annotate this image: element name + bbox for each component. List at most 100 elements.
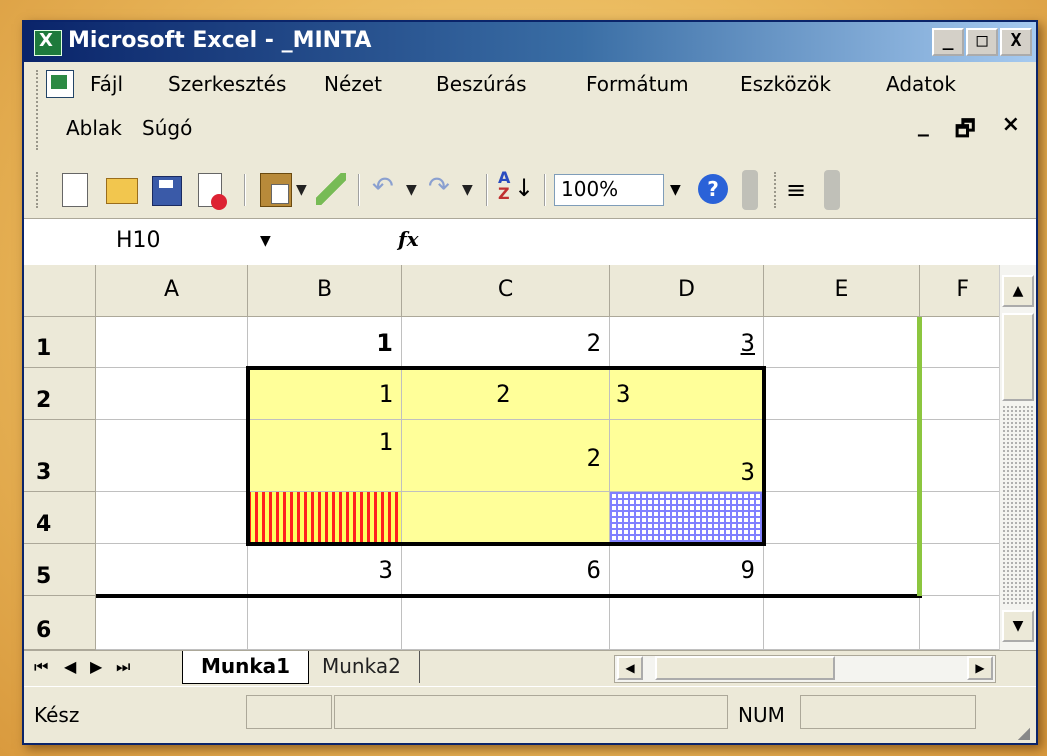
previous-sheet-icon[interactable]: ◀ — [64, 657, 76, 676]
cell-d6[interactable] — [610, 596, 764, 650]
row-header-5[interactable]: 5 — [24, 544, 96, 596]
column-header-f[interactable]: F — [920, 265, 999, 317]
horizontal-scrollbar[interactable]: ◀ ▶ — [614, 655, 996, 683]
align-left-icon[interactable]: ≡ — [786, 176, 806, 204]
cell-f1[interactable] — [920, 317, 999, 368]
cell-d3[interactable]: 3 — [610, 420, 764, 492]
menu-view[interactable]: Nézet — [324, 72, 382, 96]
name-box[interactable]: H10 ▼ — [24, 219, 294, 265]
paste-dropdown-icon[interactable]: ▼ — [296, 182, 307, 198]
column-header-c[interactable]: C — [402, 265, 610, 317]
excel-app-icon[interactable] — [34, 30, 62, 56]
cell-b4[interactable] — [248, 492, 402, 544]
row-header-4[interactable]: 4 — [24, 492, 96, 544]
cell-e4[interactable] — [764, 492, 920, 544]
cell-a4[interactable] — [96, 492, 248, 544]
column-header-b[interactable]: B — [248, 265, 402, 317]
cell-d1[interactable]: 3 — [610, 317, 764, 368]
select-all-corner[interactable] — [24, 265, 96, 317]
cell-d5[interactable]: 9 — [610, 544, 764, 596]
mdi-close-button[interactable]: × — [1002, 112, 1020, 150]
new-icon[interactable] — [62, 173, 88, 207]
cell-b1[interactable]: 1 — [248, 317, 402, 368]
toolbar-grip[interactable] — [36, 172, 41, 208]
redo-dropdown-icon[interactable]: ▼ — [462, 182, 473, 198]
cell-e1[interactable] — [764, 317, 920, 368]
print-preview-icon[interactable] — [198, 173, 227, 210]
cell-c2[interactable]: 2 — [402, 368, 610, 420]
horizontal-scroll-thumb[interactable] — [655, 656, 835, 680]
toolbar-options-icon[interactable] — [742, 170, 758, 210]
zoom-combobox[interactable]: 100% — [554, 174, 664, 206]
save-icon[interactable] — [152, 176, 182, 206]
format-painter-icon[interactable] — [316, 173, 346, 205]
cell-e2[interactable] — [764, 368, 920, 420]
vertical-scrollbar[interactable]: ▲ ▼ — [999, 265, 1036, 650]
cell-c6[interactable] — [402, 596, 610, 650]
cell-e3[interactable] — [764, 420, 920, 492]
column-header-e[interactable]: E — [764, 265, 920, 317]
menu-tools[interactable]: Eszközök — [740, 72, 831, 96]
scroll-track[interactable] — [1002, 405, 1034, 605]
minimize-button[interactable]: _ — [932, 28, 964, 56]
cell-f5[interactable] — [920, 544, 999, 596]
undo-icon[interactable]: ↶ — [372, 172, 394, 202]
cell-b6[interactable] — [248, 596, 402, 650]
mdi-restore-button[interactable]: 🗗 — [955, 112, 976, 150]
paste-icon[interactable] — [260, 173, 292, 207]
menu-window[interactable]: Ablak — [66, 116, 122, 140]
sheet-tab-munka1[interactable]: Munka1 — [182, 651, 310, 684]
close-button[interactable]: X — [1000, 28, 1032, 56]
open-icon[interactable] — [106, 178, 138, 204]
sheet-tab-munka2[interactable]: Munka2 — [304, 651, 420, 683]
cell-e6[interactable] — [764, 596, 920, 650]
first-sheet-icon[interactable]: ⏮ — [34, 657, 48, 677]
name-box-dropdown-icon[interactable]: ▼ — [260, 233, 271, 249]
mdi-minimize-button[interactable]: _ — [918, 112, 929, 150]
cell-c4[interactable] — [402, 492, 610, 544]
last-sheet-icon[interactable]: ⏭ — [116, 657, 130, 677]
help-icon[interactable]: ? — [698, 174, 728, 204]
cell-a1[interactable] — [96, 317, 248, 368]
maximize-button[interactable]: □ — [966, 28, 998, 56]
menu-insert[interactable]: Beszúrás — [436, 72, 527, 96]
cell-f4[interactable] — [920, 492, 999, 544]
toolbar-grip[interactable] — [774, 172, 779, 208]
row-header-1[interactable]: 1 — [24, 317, 96, 368]
cell-a3[interactable] — [96, 420, 248, 492]
vertical-scroll-thumb[interactable] — [1002, 313, 1034, 401]
zoom-dropdown-icon[interactable]: ▼ — [670, 182, 681, 198]
cell-e5[interactable] — [764, 544, 920, 596]
row-header-6[interactable]: 6 — [24, 596, 96, 650]
cell-c3[interactable]: 2 — [402, 420, 610, 492]
menu-format[interactable]: Formátum — [586, 72, 689, 96]
resize-grip-icon[interactable]: ◢ — [1018, 723, 1030, 742]
column-header-a[interactable]: A — [96, 265, 248, 317]
cell-c5[interactable]: 6 — [402, 544, 610, 596]
redo-icon[interactable]: ↷ — [428, 172, 450, 202]
column-header-d[interactable]: D — [610, 265, 764, 317]
menu-help[interactable]: Súgó — [142, 116, 192, 140]
cell-a2[interactable] — [96, 368, 248, 420]
workbook-icon[interactable] — [46, 70, 74, 98]
cell-b2[interactable]: 1 — [248, 368, 402, 420]
menu-file[interactable]: Fájl — [90, 72, 123, 96]
cell-f2[interactable] — [920, 368, 999, 420]
cell-d2[interactable]: 3 — [610, 368, 764, 420]
scroll-up-icon[interactable]: ▲ — [1002, 275, 1034, 307]
formula-input[interactable] — [434, 219, 1036, 265]
function-icon[interactable]: fx — [398, 227, 419, 251]
toolbar-options-icon[interactable] — [824, 170, 840, 210]
cell-b3[interactable]: 1 — [248, 420, 402, 492]
scroll-left-icon[interactable]: ◀ — [617, 656, 643, 680]
cell-d4[interactable] — [610, 492, 764, 544]
cell-b5[interactable]: 3 — [248, 544, 402, 596]
sort-ascending-icon[interactable]: AZ — [498, 170, 510, 202]
menu-data[interactable]: Adatok — [886, 72, 956, 96]
menubar-grip[interactable] — [36, 70, 41, 150]
scroll-down-icon[interactable]: ▼ — [1002, 610, 1034, 642]
row-header-3[interactable]: 3 — [24, 420, 96, 492]
scroll-right-icon[interactable]: ▶ — [967, 656, 993, 680]
cell-f6[interactable] — [920, 596, 999, 650]
cell-a6[interactable] — [96, 596, 248, 650]
